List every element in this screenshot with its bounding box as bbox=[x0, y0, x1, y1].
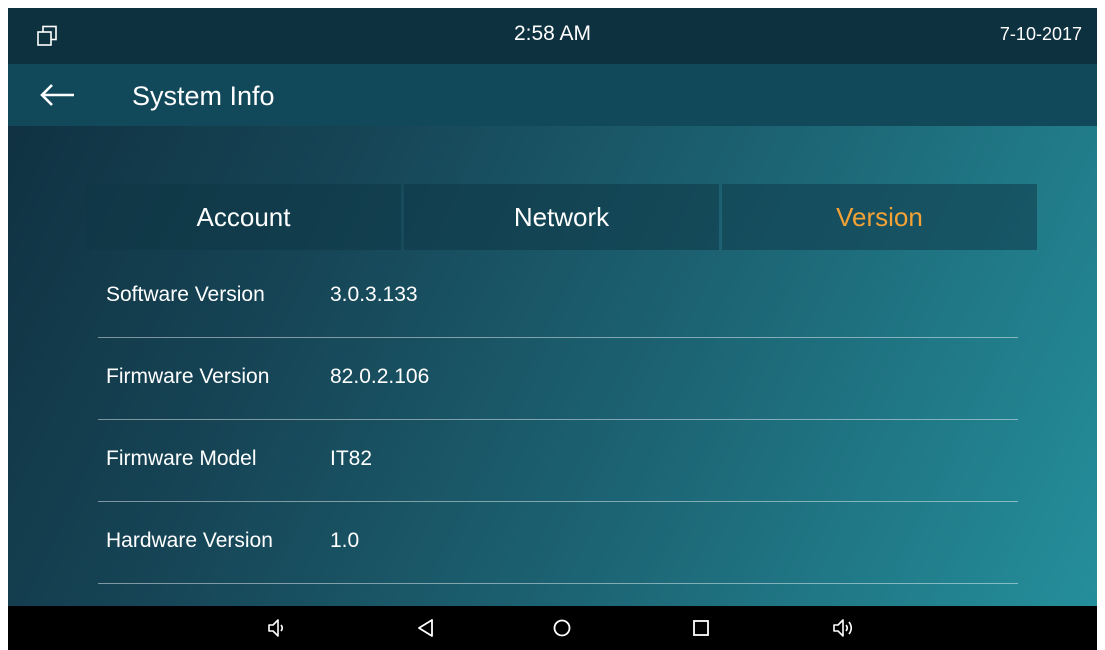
status-bar: 2:58 AM 7-10-2017 bbox=[8, 8, 1097, 64]
screen: 2:58 AM 7-10-2017 System Info Account Ne… bbox=[8, 8, 1097, 650]
back-icon[interactable] bbox=[413, 616, 439, 640]
volume-up-icon[interactable] bbox=[831, 616, 857, 640]
home-icon[interactable] bbox=[549, 616, 575, 640]
back-button[interactable] bbox=[32, 74, 88, 116]
info-row-hardware-version: Hardware Version 1.0 bbox=[98, 502, 1018, 584]
info-value: 1.0 bbox=[330, 529, 360, 552]
tab-account[interactable]: Account bbox=[86, 184, 401, 250]
tab-network[interactable]: Network bbox=[404, 184, 719, 250]
info-label: Firmware Model bbox=[106, 447, 257, 470]
recents-icon[interactable] bbox=[688, 616, 714, 640]
tab-version[interactable]: Version bbox=[722, 184, 1037, 250]
back-arrow-icon bbox=[40, 84, 74, 106]
title-bar: System Info bbox=[8, 64, 1097, 126]
tab-bar: Account Network Version bbox=[86, 184, 1037, 250]
status-time: 2:58 AM bbox=[513, 22, 592, 45]
info-row-software-version: Software Version 3.0.3.133 bbox=[98, 256, 1018, 338]
info-value: 3.0.3.133 bbox=[330, 283, 418, 306]
navigation-bar bbox=[8, 606, 1097, 650]
info-value: IT82 bbox=[330, 447, 373, 470]
info-label: Firmware Version bbox=[106, 365, 270, 388]
info-label: Software Version bbox=[106, 283, 265, 306]
info-row-firmware-model: Firmware Model IT82 bbox=[98, 420, 1018, 502]
info-label: Hardware Version bbox=[106, 529, 273, 552]
version-info-list: Software Version 3.0.3.133 Firmware Vers… bbox=[98, 256, 1018, 584]
volume-down-icon[interactable] bbox=[264, 616, 290, 640]
status-date: 7-10-2017 bbox=[999, 24, 1082, 44]
info-row-firmware-version: Firmware Version 82.0.2.106 bbox=[98, 338, 1018, 420]
info-value: 82.0.2.106 bbox=[330, 365, 430, 388]
page-title: System Info bbox=[132, 81, 275, 111]
